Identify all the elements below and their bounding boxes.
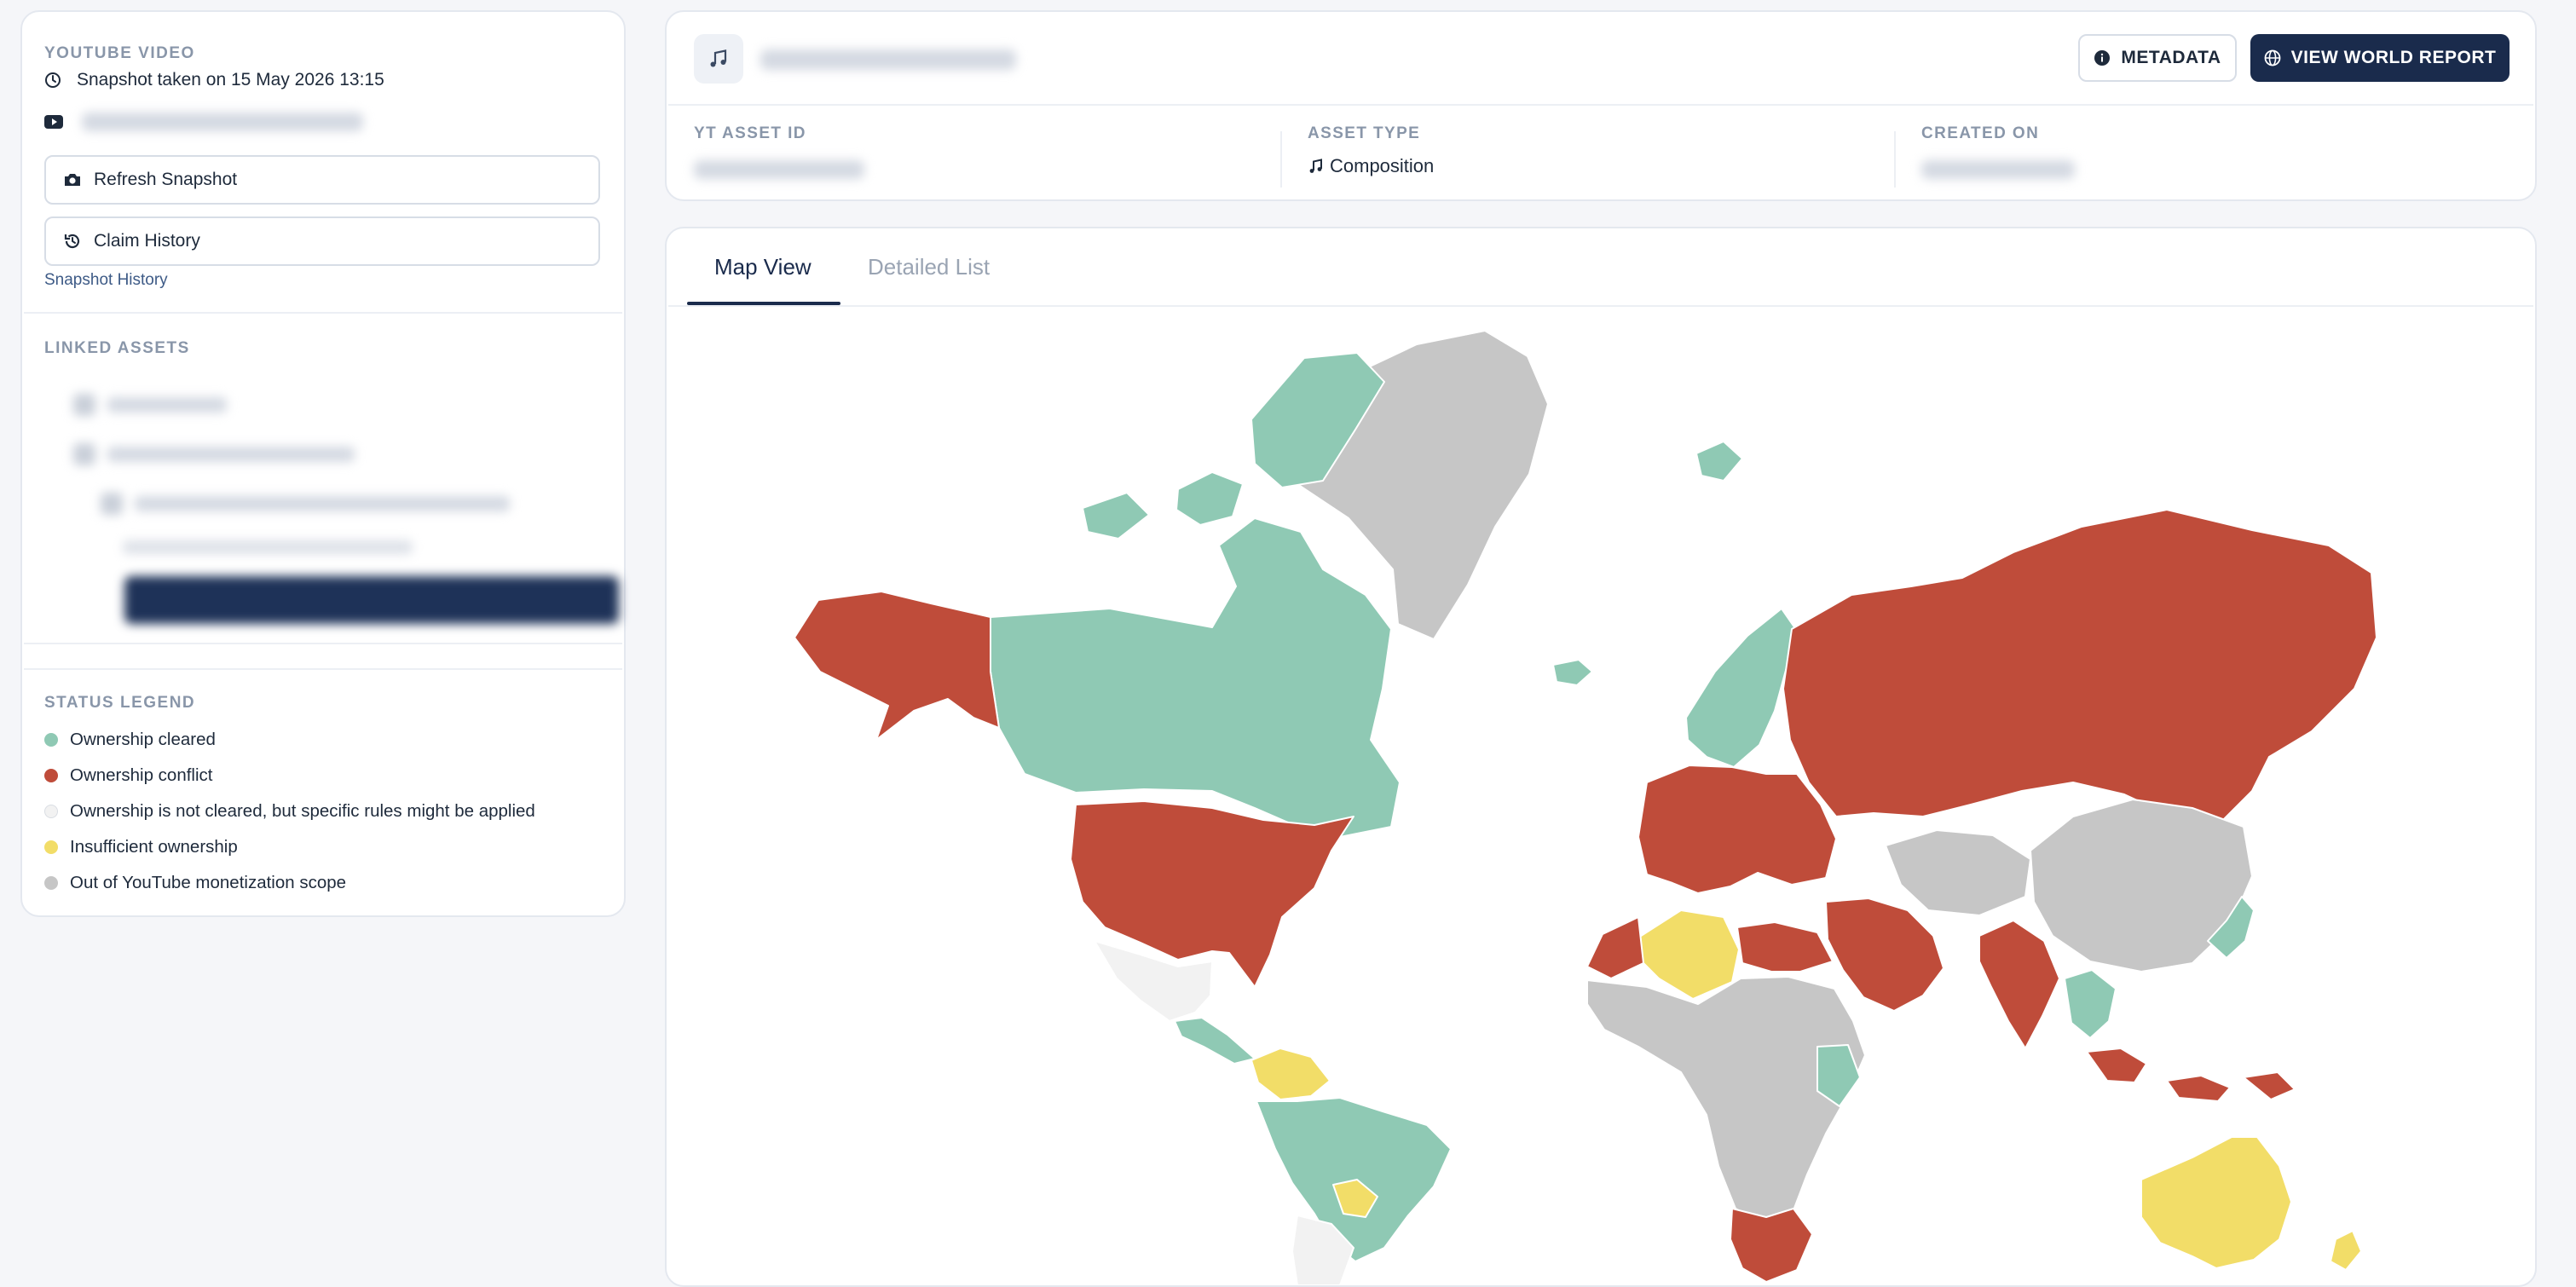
map-region-southeast-asia[interactable]: [2064, 969, 2117, 1039]
legend-dot-conflict: [44, 769, 58, 782]
legend-label: Ownership cleared: [70, 730, 216, 749]
linked-assets-section-title: LINKED ASSETS: [44, 339, 190, 357]
refresh-snapshot-button[interactable]: Refresh Snapshot: [44, 155, 600, 205]
header-divider: [668, 104, 2533, 106]
info-icon: [2094, 50, 2111, 66]
legend-label: Insufficient ownership: [70, 837, 238, 857]
legend-label: Ownership conflict: [70, 765, 213, 785]
asset-type-text: Composition: [1330, 155, 1435, 176]
map-region-iceland[interactable]: [1552, 659, 1593, 686]
map-region-new-zealand[interactable]: [2330, 1230, 2362, 1271]
map-region-indonesia[interactable]: [2086, 1047, 2296, 1102]
map-region-australia[interactable]: [2140, 1136, 2292, 1269]
map-region-svalbard[interactable]: [1695, 441, 1743, 482]
youtube-icon: [44, 115, 63, 129]
status-legend-title: STATUS LEGEND: [44, 694, 196, 712]
map-region-africa[interactable]: [1586, 976, 1866, 1226]
yt-asset-id-label: YT ASSET ID: [694, 124, 806, 142]
music-note-icon: [1309, 159, 1322, 173]
map-region-south-africa[interactable]: [1730, 1208, 1813, 1283]
youtube-video-section-title: YOUTUBE VIDEO: [44, 44, 195, 62]
linked-assets-tree: [56, 378, 619, 634]
section-divider: [24, 312, 622, 314]
legend-item-conflict: Ownership conflict: [44, 765, 212, 786]
map-region-algeria[interactable]: [1637, 909, 1740, 1000]
field-separator: [1280, 131, 1282, 188]
history-icon: [64, 234, 80, 249]
map-region-central-america[interactable]: [1174, 1017, 1256, 1065]
legend-dot-cleared: [44, 733, 58, 747]
legend-label: Out of YouTube monetization scope: [70, 873, 347, 892]
camera-icon: [65, 174, 80, 186]
legend-item-cleared: Ownership cleared: [44, 730, 216, 750]
created-on-label: CREATED ON: [1921, 124, 2040, 142]
world-map[interactable]: [667, 228, 2535, 1285]
youtube-video-id[interactable]: [82, 113, 363, 131]
claim-history-label: Claim History: [94, 231, 200, 251]
metadata-button[interactable]: METADATA: [2078, 34, 2237, 82]
globe-icon: [2264, 49, 2281, 66]
legend-dot-rules: [44, 805, 58, 818]
map-region-europe[interactable]: [1637, 765, 1837, 894]
map-region-venezuela[interactable]: [1250, 1047, 1331, 1100]
legend-dot-out-of-scope: [44, 876, 58, 890]
youtube-video-link-row: [44, 113, 363, 131]
asset-type-tile: [694, 34, 743, 84]
map-panel: Map View Detailed List: [665, 227, 2537, 1287]
created-on-value: [1921, 160, 2075, 179]
field-separator: [1894, 131, 1896, 188]
view-world-report-button[interactable]: VIEW WORLD REPORT: [2250, 34, 2510, 82]
map-region-india[interactable]: [1978, 920, 2060, 1049]
snapshot-history-link[interactable]: Snapshot History: [44, 271, 168, 290]
legend-item-rules: Ownership is not cleared, but specific r…: [44, 801, 535, 822]
map-region-alaska[interactable]: [794, 591, 1000, 741]
asset-sidebar: YOUTUBE VIDEO Snapshot taken on 15 May 2…: [20, 10, 626, 917]
map-region-russia[interactable]: [1782, 509, 2377, 826]
asset-header: METADATA VIEW WORLD REPORT YT ASSET ID A…: [665, 10, 2537, 201]
legend-item-out-of-scope: Out of YouTube monetization scope: [44, 873, 346, 893]
claim-history-button[interactable]: Claim History: [44, 216, 600, 266]
map-region-middle-east[interactable]: [1825, 897, 1944, 1012]
legend-dot-insufficient: [44, 840, 58, 854]
map-region-central-asia[interactable]: [1885, 829, 2031, 916]
legend-item-insufficient: Insufficient ownership: [44, 837, 238, 857]
yt-asset-id-value[interactable]: [694, 160, 864, 179]
refresh-snapshot-label: Refresh Snapshot: [94, 170, 238, 189]
map-region-scandinavia[interactable]: [1685, 608, 1798, 768]
metadata-button-label: METADATA: [2121, 48, 2221, 67]
asset-type-value: Composition: [1308, 155, 1434, 177]
section-divider: [24, 668, 622, 670]
snapshot-timestamp: Snapshot taken on 15 May 2026 13:15: [77, 70, 384, 89]
view-world-report-label: VIEW WORLD REPORT: [2290, 48, 2497, 67]
clock-icon: [45, 72, 61, 88]
section-divider: [24, 643, 622, 644]
legend-label: Ownership is not cleared, but specific r…: [70, 801, 535, 821]
asset-type-label: ASSET TYPE: [1308, 124, 1421, 142]
music-note-icon: [710, 49, 727, 67]
asset-title: [760, 49, 1016, 70]
map-region-canada[interactable]: [990, 517, 1401, 840]
snapshot-info: Snapshot taken on 15 May 2026 13:15: [44, 70, 384, 90]
